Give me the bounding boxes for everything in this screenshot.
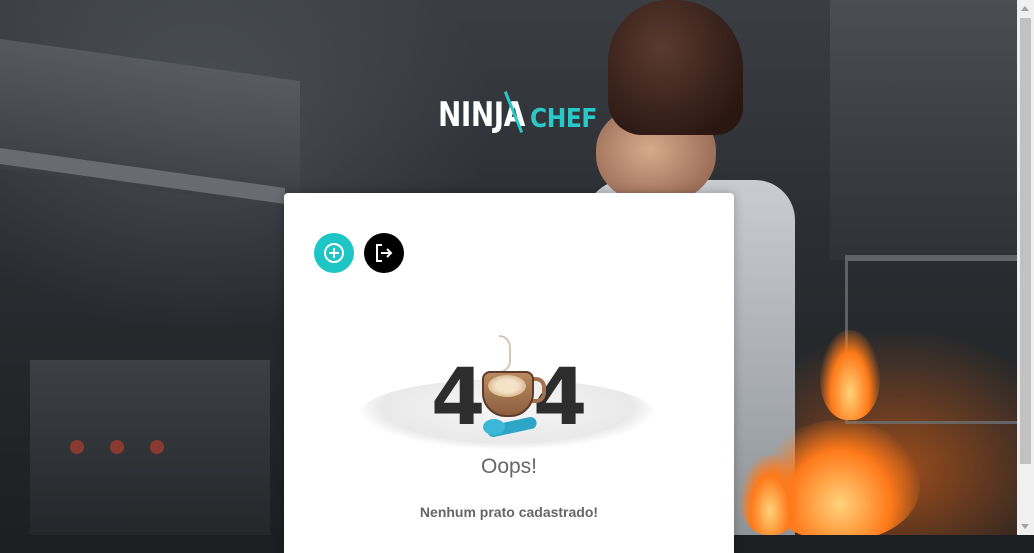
add-dish-button[interactable] <box>314 233 354 273</box>
kitchen-stove <box>30 360 270 535</box>
flame <box>740 455 800 535</box>
scroll-down-arrow-icon[interactable] <box>1021 524 1029 529</box>
plus-circle-icon <box>324 243 344 263</box>
stove-knob <box>150 440 164 454</box>
chef-hat <box>608 0 743 135</box>
not-found-illustration: 4 4 <box>357 335 657 449</box>
logout-button[interactable] <box>364 233 404 273</box>
sign-out-icon <box>376 244 393 262</box>
logo-chef-text: CHEF <box>530 104 597 134</box>
coffee-foam <box>488 375 526 397</box>
steam-icon <box>499 335 511 373</box>
kitchen-wall <box>830 0 1017 260</box>
flame <box>820 330 880 420</box>
illustration-digit-left: 4 <box>431 353 486 443</box>
ninjachef-logo: NINJA CHEF <box>438 88 604 134</box>
stove-knob <box>110 440 124 454</box>
empty-state-message: Nenhum prato cadastrado! <box>419 504 599 520</box>
spoon-bowl <box>483 419 505 435</box>
scroll-up-arrow-icon[interactable] <box>1021 6 1029 11</box>
vertical-scrollbar[interactable] <box>1017 0 1034 535</box>
dishes-card: 4 4 Oops! Nenhum prato cadastrado! <box>284 193 734 553</box>
empty-state-title: Oops! <box>480 455 538 478</box>
scrollbar-thumb[interactable] <box>1020 18 1031 464</box>
stove-knob <box>70 440 84 454</box>
